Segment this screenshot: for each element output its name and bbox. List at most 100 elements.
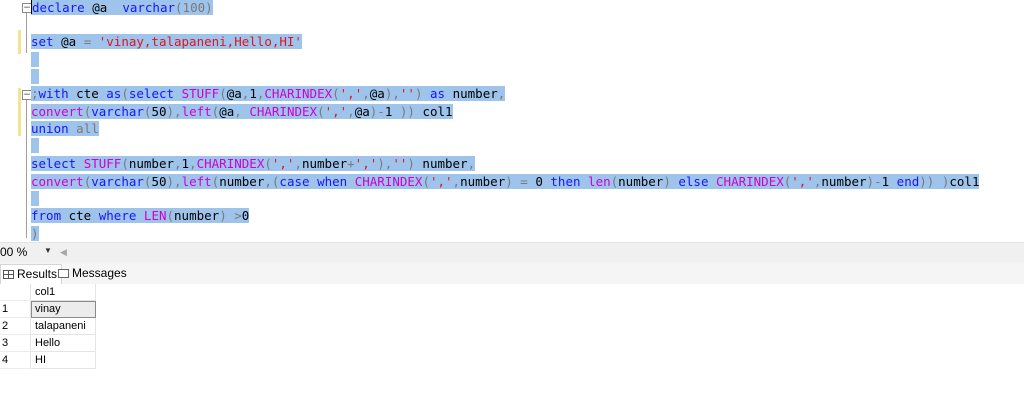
code-token: left [181,174,212,189]
code-token: number [460,174,506,189]
query-editor[interactable]: − − declare @a varchar(100) set @a = 'vi… [0,0,1024,242]
code-token: from [31,208,62,223]
row-number[interactable]: 1 [0,300,31,318]
code-token: varchar [91,104,144,119]
tab-results[interactable]: Results [0,264,63,284]
code-token: , [452,174,461,189]
code-line[interactable]: from cte where LEN(number) >0 [31,208,250,224]
code-line[interactable] [31,191,39,207]
code-token: ( [121,156,129,171]
code-token: @a [84,0,123,15]
row-number[interactable]: 4 [0,351,31,369]
chevron-down-icon[interactable]: ▼ [44,246,52,255]
code-token: number [219,174,265,189]
code-token: select [31,156,77,171]
code-line[interactable]: ) [31,226,39,242]
code-token: CHARINDEX [196,156,265,171]
code-token: , [174,156,182,171]
code-token: where [98,208,137,223]
tab-messages[interactable]: Messages [56,264,131,283]
code-token: ',' [429,174,453,189]
code-line[interactable]: union all [31,121,99,137]
change-marker [18,30,21,54]
code-token: 50 [151,174,167,189]
code-line[interactable] [31,138,39,154]
code-token: ( [317,104,325,119]
row-number[interactable]: 3 [0,334,31,352]
tab-messages-label: Messages [72,266,127,280]
code-token: 0 [527,174,551,189]
code-line[interactable] [31,69,39,85]
table-cell[interactable]: vinay [30,300,96,318]
code-token: 1 [249,86,257,101]
code-token: CHARINDEX [716,174,784,189]
table-row[interactable]: 2 talapaneni [0,317,96,335]
code-token: as [430,86,446,101]
zoom-level[interactable]: 00 % [0,245,42,260]
code-token: ',' [324,104,348,119]
code-token: , [294,156,302,171]
code-token: ,( [264,174,280,189]
code-token: cte [68,86,107,101]
code-token: STUFF [83,156,122,171]
code-token: number [301,156,348,171]
code-line[interactable]: set @a = 'vinay,talapaneni,Hello,HI' [31,34,302,50]
code-token: @a [53,34,84,49]
code-token: CHARINDEX [354,174,423,189]
header-row: col1 [0,284,96,301]
code-token: > [234,208,242,223]
code-token: ( [264,156,272,171]
code-token: )) [392,104,415,119]
code-token: number [821,174,867,189]
code-token: ',' [354,156,378,171]
code-token: with [38,86,69,101]
code-token: else [678,174,709,189]
code-line[interactable]: declare @a varchar(100) [31,0,213,16]
row-number[interactable]: 2 [0,317,31,335]
code-token: , [497,86,506,101]
code-token: @a [226,86,242,101]
code-token: ) [663,174,671,189]
code-token: ) [934,174,950,189]
results-grid[interactable]: col1 1 vinay 2 talapaneni 3 Hello 4 HI [0,284,1024,419]
code-token: ( [332,86,340,101]
code-token: LEN [143,208,167,223]
code-line[interactable] [31,52,39,68]
code-token: ) [31,226,39,241]
code-token: ( [422,174,430,189]
table-cell[interactable]: talapaneni [30,317,96,335]
change-marker [18,88,21,136]
code-line[interactable]: select STUFF(number,1,CHARINDEX(',',numb… [31,156,476,172]
code-token: ( [219,86,227,101]
code-token: 1 [181,156,190,171]
code-line[interactable]: convert(varchar(50),left(number,(case wh… [31,174,980,190]
code-token: when [317,174,348,189]
row-number-header[interactable] [0,284,31,301]
code-token: ',' [271,156,295,171]
code-token: @a [219,104,235,119]
table-row[interactable]: 3 Hello [0,334,96,352]
table-row[interactable]: 1 vinay [0,300,96,318]
column-header[interactable]: col1 [30,284,96,301]
scroll-left-icon[interactable]: ◀ [60,247,67,258]
table-cell[interactable]: HI [30,351,96,369]
code-token: select [128,86,175,101]
table-row[interactable]: 4 HI [0,351,96,369]
horizontal-scrollbar[interactable] [75,247,1020,258]
grid-icon [3,270,14,279]
code-token: , [189,156,197,171]
code-line[interactable]: convert(varchar(50),left(@a, CHARINDEX('… [31,104,453,120]
tab-results-label: Results [17,267,58,281]
code-token: ), [384,86,400,101]
code-token: '' [392,156,408,171]
code-token: len [588,174,611,189]
table-cell[interactable]: Hello [30,334,96,352]
code-line[interactable]: ;with cte as(select STUFF(@a,1,CHARINDEX… [31,86,506,102]
code-token: , [234,104,242,119]
code-token: + [347,156,355,171]
